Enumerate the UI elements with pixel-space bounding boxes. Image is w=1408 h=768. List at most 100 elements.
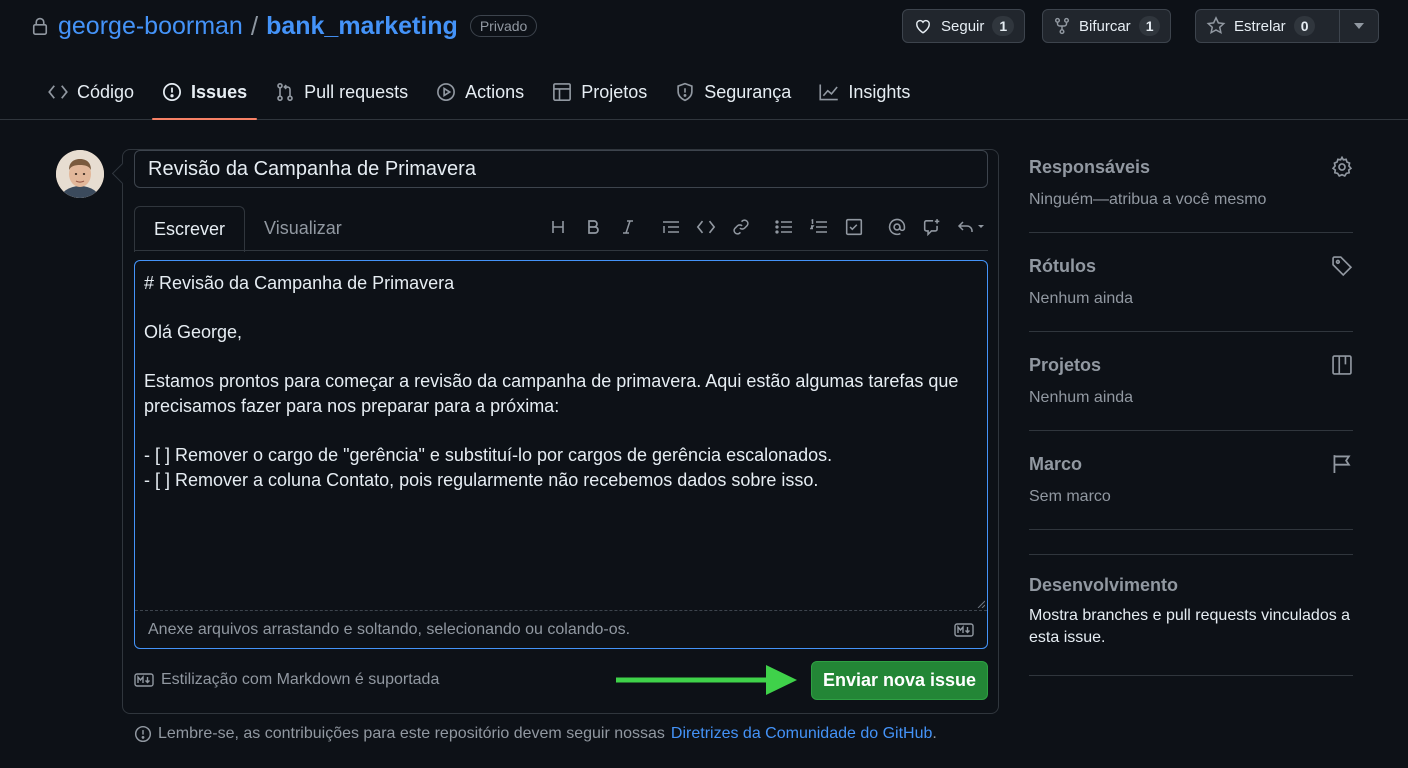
tab-pull-requests-label: Pull requests	[304, 81, 409, 102]
sidebar-labels-header[interactable]: Rótulos	[1029, 249, 1353, 283]
link-icon	[732, 218, 750, 236]
repo-owner-link[interactable]: george-boorman	[58, 12, 243, 41]
tab-projects[interactable]: Projetos	[542, 72, 657, 112]
tab-write[interactable]: Escrever	[134, 206, 246, 252]
star-button-group: Estrelar 0	[1195, 9, 1379, 43]
fork-count: 1	[1138, 16, 1161, 36]
issue-title-input[interactable]	[134, 150, 988, 188]
play-icon	[436, 82, 456, 102]
triangle-down-icon	[1354, 23, 1364, 29]
watch-button[interactable]: Seguir 1	[902, 9, 1026, 43]
issue-sidebar: Responsáveis Ninguém—atribua a você mesm…	[1029, 150, 1353, 676]
bold-button[interactable]	[575, 214, 610, 240]
task-list-button[interactable]	[836, 214, 871, 240]
guidelines-end: .	[932, 725, 937, 742]
lock-icon	[30, 15, 50, 37]
mention-button[interactable]	[879, 214, 914, 240]
bold-icon	[586, 219, 600, 235]
gear-icon[interactable]	[1331, 156, 1353, 178]
graph-icon	[819, 83, 839, 101]
unordered-list-icon	[774, 219, 793, 235]
tab-pull-requests[interactable]: Pull requests	[265, 72, 418, 112]
sidebar-assignees-header[interactable]: Responsáveis	[1029, 150, 1353, 184]
sidebar-milestone-title: Marco	[1029, 453, 1083, 474]
resize-handle-icon[interactable]	[977, 600, 985, 608]
undo-icon	[957, 219, 985, 235]
guidelines-link[interactable]: Diretrizes da Comunidade do GitHub	[671, 725, 932, 742]
sidebar-milestone: Marco Sem marco	[1029, 431, 1353, 530]
markdown-note-text: Estilização com Markdown é suportada	[161, 671, 440, 688]
sidebar-projects: Projetos Nenhum ainda	[1029, 332, 1353, 431]
sidebar-milestone-value: Sem marco	[1029, 488, 1111, 505]
info-icon	[134, 725, 152, 743]
shield-icon	[675, 82, 695, 102]
attach-hint: Anexe arquivos arrastando e soltando, se…	[148, 620, 631, 638]
star-icon	[1206, 16, 1226, 36]
mention-icon	[888, 218, 906, 236]
table-icon[interactable]	[1331, 354, 1353, 376]
tab-code-label: Código	[77, 81, 135, 102]
editor-tab-divider	[134, 250, 988, 251]
sidebar-labels-value: Nenhum ainda	[1029, 290, 1134, 307]
reference-button[interactable]	[914, 214, 949, 240]
code-icon	[696, 220, 716, 234]
sidebar-labels-title: Rótulos	[1029, 255, 1096, 276]
quote-icon	[662, 219, 680, 235]
attach-files-area[interactable]: Anexe arquivos arrastando e soltando, se…	[135, 610, 987, 648]
tab-code[interactable]: Código	[38, 72, 144, 112]
star-count: 0	[1293, 16, 1316, 36]
sidebar-projects-value: Nenhum ainda	[1029, 389, 1134, 406]
undo-button[interactable]	[949, 214, 993, 240]
tab-security-label: Segurança	[704, 81, 792, 102]
milestone-icon[interactable]	[1331, 453, 1353, 475]
annotation-arrow	[616, 664, 798, 696]
sidebar-development: Desenvolvimento Mostra branches e pull r…	[1029, 554, 1353, 676]
sidebar-development-header: Desenvolvimento	[1029, 568, 1178, 602]
avatar	[56, 150, 104, 198]
pull-request-icon	[275, 82, 295, 102]
heading-button[interactable]	[540, 214, 575, 240]
tab-actions-label: Actions	[465, 81, 525, 102]
sidebar-assignees: Responsáveis Ninguém—atribua a você mesm…	[1029, 150, 1353, 233]
italic-icon	[621, 219, 635, 235]
sidebar-assignees-value[interactable]: Ninguém—atribua a você mesmo	[1029, 191, 1353, 209]
issue-body-editor[interactable]: # Revisão da Campanha de Primavera Olá G…	[134, 260, 988, 649]
sidebar-milestone-header[interactable]: Marco	[1029, 447, 1353, 481]
sidebar-projects-title: Projetos	[1029, 354, 1102, 375]
tab-issues[interactable]: Issues	[152, 72, 258, 120]
code-button[interactable]	[688, 214, 723, 240]
unordered-list-button[interactable]	[766, 214, 801, 240]
sidebar-projects-header[interactable]: Projetos	[1029, 348, 1353, 382]
tag-icon[interactable]	[1331, 255, 1353, 277]
repo-name-link[interactable]: bank_marketing	[266, 12, 458, 41]
star-lists-dropdown[interactable]	[1340, 10, 1378, 42]
visibility-badge: Privado	[469, 15, 538, 37]
code-icon	[48, 84, 68, 100]
sidebar-development-value: Mostra branches e pull requests vinculad…	[1029, 607, 1351, 646]
issue-body-text[interactable]: # Revisão da Campanha de Primavera Olá G…	[144, 271, 974, 492]
ordered-list-button[interactable]	[801, 214, 836, 240]
issue-icon	[162, 82, 182, 102]
repo-separator: /	[250, 10, 259, 41]
heart-icon	[913, 17, 933, 35]
markdown-toolbar	[540, 214, 993, 240]
heading-icon	[550, 219, 566, 235]
tab-preview[interactable]: Visualizar	[245, 206, 361, 251]
ordered-list-icon	[809, 219, 828, 235]
tab-security[interactable]: Segurança	[665, 72, 801, 112]
fork-button[interactable]: Bifurcar 1	[1042, 9, 1172, 43]
tab-actions[interactable]: Actions	[426, 72, 534, 112]
watch-label: Seguir	[941, 17, 985, 35]
star-button[interactable]: Estrelar 0	[1196, 10, 1340, 42]
tab-insights[interactable]: Insights	[809, 72, 920, 112]
contribution-guidelines-note: Lembre-se, as contribuições para este re…	[134, 725, 937, 743]
link-button[interactable]	[723, 214, 758, 240]
sidebar-labels: Rótulos Nenhum ainda	[1029, 233, 1353, 332]
guidelines-text: Lembre-se, as contribuições para este re…	[158, 725, 665, 742]
reference-icon	[923, 218, 941, 236]
quote-button[interactable]	[653, 214, 688, 240]
markdown-icon	[954, 622, 974, 637]
submit-issue-button[interactable]: Enviar nova issue	[811, 661, 988, 700]
markdown-note[interactable]: Estilização com Markdown é suportada	[134, 671, 439, 689]
italic-button[interactable]	[610, 214, 645, 240]
